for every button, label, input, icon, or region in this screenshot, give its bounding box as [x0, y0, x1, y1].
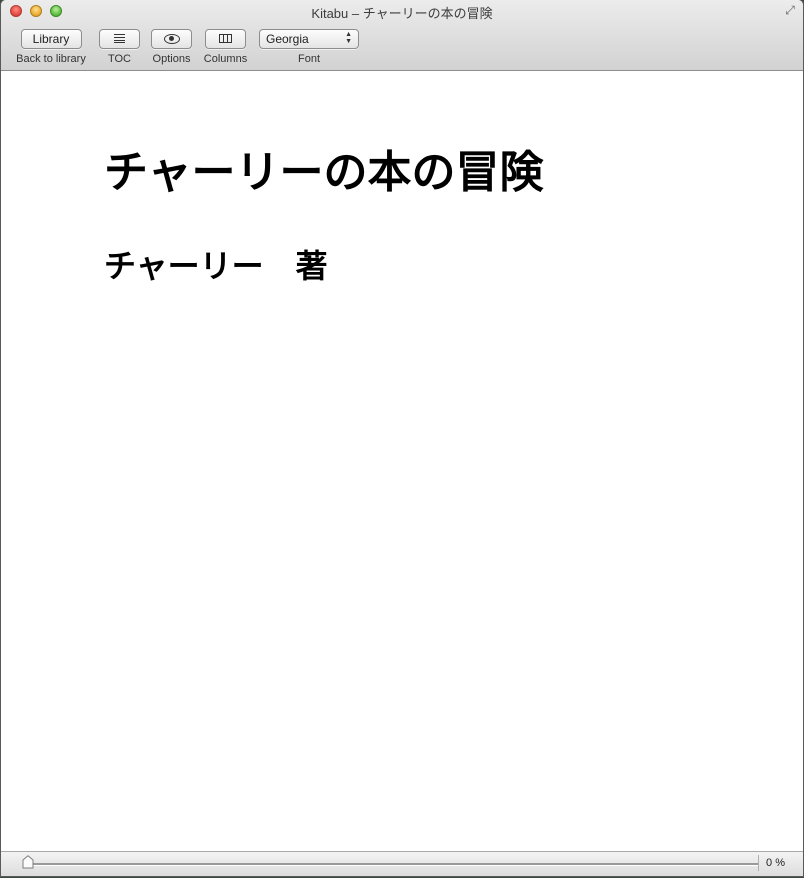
- library-label: Back to library: [16, 53, 86, 65]
- library-group: Library Back to library: [16, 29, 86, 65]
- fullscreen-icon[interactable]: ⤢: [783, 3, 797, 17]
- progress-slider-track[interactable]: [25, 863, 759, 865]
- progress-percent: 0 %: [766, 857, 785, 869]
- progress-slider-end: [758, 855, 759, 871]
- toc-button[interactable]: [99, 29, 140, 49]
- library-button[interactable]: Library: [20, 29, 82, 49]
- options-button[interactable]: [151, 29, 192, 49]
- list-icon: [114, 34, 125, 43]
- select-arrows-icon: ▲ ▼: [345, 31, 352, 45]
- columns-icon: [219, 34, 232, 43]
- toolbar: Kitabu – チャーリーの本の冒険 ⤢ Library Back to li…: [1, 0, 803, 71]
- progress-slider-thumb[interactable]: [22, 855, 34, 869]
- font-select[interactable]: Georgia ▲ ▼: [259, 29, 359, 49]
- book-title: チャーリーの本の冒険: [104, 147, 544, 198]
- reading-pane[interactable]: チャーリーの本の冒険 チャーリー 著: [1, 71, 803, 851]
- font-select-value: Georgia: [266, 32, 309, 46]
- options-group: Options: [151, 29, 192, 65]
- font-label: Font: [297, 53, 321, 65]
- font-group: Georgia ▲ ▼ Font: [259, 29, 359, 65]
- status-bar: 0 %: [1, 851, 803, 876]
- options-label: Options: [152, 53, 191, 65]
- eye-icon: [163, 34, 180, 44]
- columns-group: Columns: [204, 29, 247, 65]
- app-window: Kitabu – チャーリーの本の冒険 ⤢ Library Back to li…: [1, 0, 803, 876]
- window-title: Kitabu – チャーリーの本の冒険: [311, 6, 493, 21]
- columns-button[interactable]: [205, 29, 246, 49]
- toc-group: TOC: [99, 29, 140, 65]
- book-author: チャーリー 著: [104, 247, 328, 285]
- toc-label: TOC: [107, 53, 132, 65]
- columns-label: Columns: [203, 53, 248, 65]
